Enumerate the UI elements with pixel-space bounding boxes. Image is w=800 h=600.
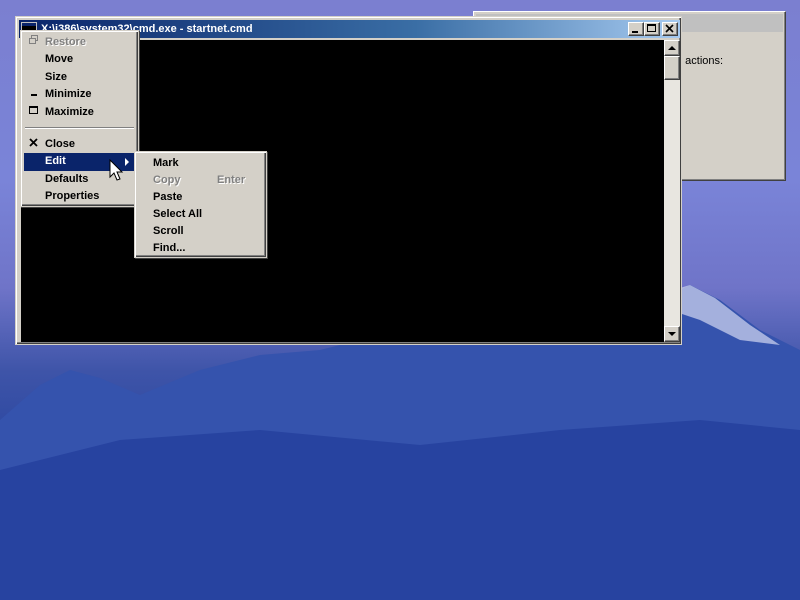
maximize-button[interactable] xyxy=(644,22,660,36)
menu-item-label: Maximize xyxy=(45,105,94,118)
minimize-button[interactable] xyxy=(628,22,644,36)
maximize-icon xyxy=(28,104,40,122)
menu-item-maximize[interactable]: Maximize xyxy=(24,104,135,121)
menu-item-paste[interactable]: Paste xyxy=(138,189,263,206)
menu-item-label: Paste xyxy=(153,191,183,203)
arrow-down-icon xyxy=(668,332,676,336)
scroll-up-button[interactable] xyxy=(664,40,680,56)
menu-item-label: Size xyxy=(45,70,68,83)
menu-item-label: Close xyxy=(45,137,75,150)
arrow-up-icon xyxy=(668,46,676,50)
menu-separator xyxy=(25,126,134,129)
close-button[interactable] xyxy=(662,22,678,36)
close-icon xyxy=(665,24,674,33)
menu-item-label: Mark xyxy=(153,157,179,169)
menu-item-label: Select All xyxy=(153,208,203,220)
menu-item-shortcut: Enter xyxy=(217,174,246,186)
menu-item-label: Copy xyxy=(153,174,181,186)
minimize-icon xyxy=(28,86,40,104)
maximize-icon xyxy=(647,24,656,32)
menu-item-properties[interactable]: Properties xyxy=(24,188,135,205)
scroll-down-button[interactable] xyxy=(664,326,680,342)
menu-item-scroll[interactable]: Scroll xyxy=(138,223,263,240)
vertical-scrollbar[interactable] xyxy=(664,40,680,342)
scrollbar-thumb[interactable] xyxy=(664,56,680,80)
menu-item-label: Minimize xyxy=(45,88,92,101)
menu-item-move[interactable]: Move xyxy=(24,51,135,68)
titlebar-buttons xyxy=(628,22,678,36)
menu-item-label: Edit xyxy=(45,155,66,168)
menu-item-label: Properties xyxy=(45,190,100,203)
menu-item-size[interactable]: Size xyxy=(24,69,135,86)
mouse-pointer-icon xyxy=(109,159,124,181)
menu-item-mark[interactable]: Mark xyxy=(138,155,263,172)
menu-item-restore[interactable]: Restore xyxy=(24,34,135,51)
menu-item-label: Move xyxy=(45,53,74,66)
menu-item-minimize[interactable]: Minimize xyxy=(24,86,135,103)
edit-submenu: Mark Copy Enter Paste Select All Scroll … xyxy=(134,151,267,258)
menu-item-label: Defaults xyxy=(45,172,89,185)
menu-item-find[interactable]: Find... xyxy=(138,240,263,257)
menu-item-copy[interactable]: Copy Enter xyxy=(138,172,263,189)
minimize-icon xyxy=(632,31,638,33)
menu-item-close[interactable]: Close xyxy=(24,136,135,153)
submenu-arrow-icon xyxy=(125,158,129,167)
menu-item-select-all[interactable]: Select All xyxy=(138,206,263,223)
menu-item-label: Restore xyxy=(45,36,86,48)
close-icon xyxy=(28,136,40,154)
menu-item-label: Scroll xyxy=(153,225,184,237)
restore-icon xyxy=(28,34,40,51)
background-dialog-text: g actions: xyxy=(676,55,724,67)
menu-item-label: Find... xyxy=(153,242,186,254)
